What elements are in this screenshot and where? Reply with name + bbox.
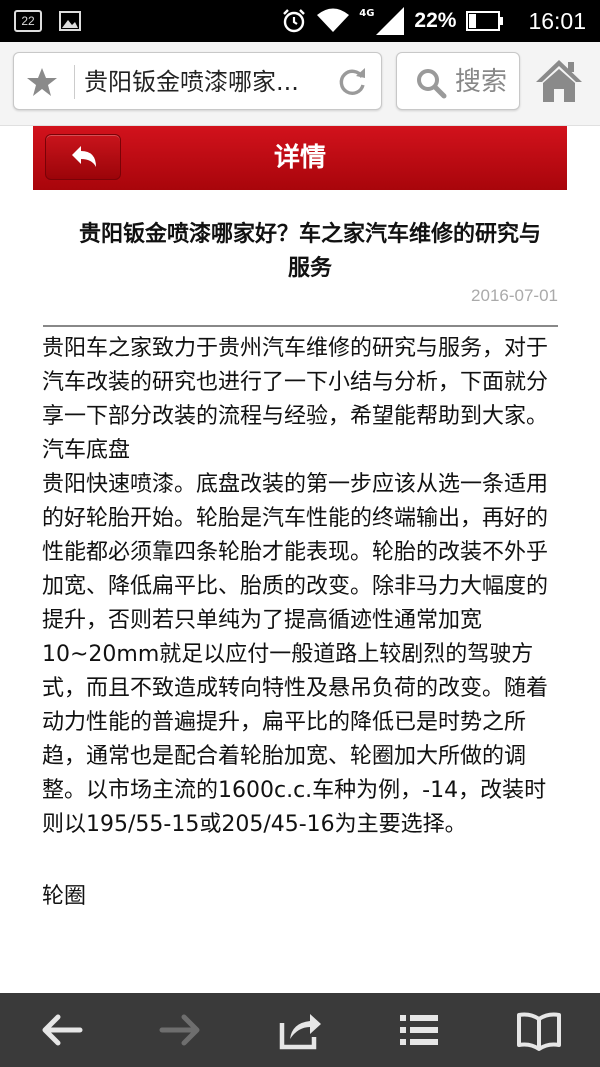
battery-percent: 22% <box>414 9 457 32</box>
signal-icon <box>376 7 405 35</box>
share-icon[interactable] <box>274 1005 324 1055</box>
article-title-line-2: 服务 <box>287 256 332 281</box>
clock: 16:01 <box>528 7 586 34</box>
back-arrow-icon <box>72 146 96 167</box>
refresh-icon[interactable] <box>335 65 369 99</box>
notification-count-icon: 22 <box>14 10 42 32</box>
article-title-line-1: 贵阳钣金喷漆哪家好？车之家汽车维修的研究与 <box>78 222 541 247</box>
address-text[interactable]: 贵阳钣金喷漆哪家... <box>84 66 316 98</box>
back-button[interactable] <box>45 134 121 180</box>
article-body: 贵阳车之家致力于贵州汽车维修的研究与服务，对于汽车改装的研究也进行了一下小结与分… <box>42 332 560 914</box>
wifi-icon <box>317 8 350 32</box>
article-paragraph: 贵阳快速喷漆。底盘改装的第一步应该从选一条适用的好轮胎开始。轮胎是汽车性能的终端… <box>42 472 549 837</box>
article-paragraph: 贵阳车之家致力于贵州汽车维修的研究与服务，对于汽车改装的研究也进行了一下小结与分… <box>42 336 549 429</box>
page-header: 详情 <box>33 126 567 190</box>
alarm-icon <box>283 9 306 33</box>
article-title: 贵阳钣金喷漆哪家好？车之家汽车维修的研究与 服务 <box>44 218 576 286</box>
address-bar[interactable]: 贵阳钣金喷漆哪家... <box>13 52 382 110</box>
bottom-navigation <box>0 993 600 1067</box>
search-button[interactable]: 搜索 <box>396 52 520 110</box>
forward-nav-icon[interactable] <box>156 1005 206 1055</box>
section-heading: 轮圈 <box>42 884 87 909</box>
menu-list-icon[interactable] <box>394 1005 444 1055</box>
browser-toolbar: 贵阳钣金喷漆哪家... 搜索 <box>0 42 600 126</box>
status-bar: 22 4G 22% 16:01 <box>0 0 600 42</box>
article-date: 2016-07-01 <box>471 286 558 305</box>
back-nav-icon[interactable] <box>36 1005 86 1055</box>
address-divider <box>74 65 75 99</box>
home-icon[interactable] <box>534 56 584 106</box>
battery-icon <box>466 11 504 31</box>
bookmarks-book-icon[interactable] <box>514 1005 564 1055</box>
section-heading: 汽车底盘 <box>42 438 131 463</box>
network-type-label: 4G <box>359 7 375 19</box>
bookmark-star-icon[interactable] <box>26 66 58 98</box>
search-icon <box>417 69 447 99</box>
status-icons: 4G 22% 16:01 <box>281 0 586 42</box>
article-divider <box>43 325 558 327</box>
search-label: 搜索 <box>455 67 508 97</box>
gallery-icon <box>59 11 81 31</box>
